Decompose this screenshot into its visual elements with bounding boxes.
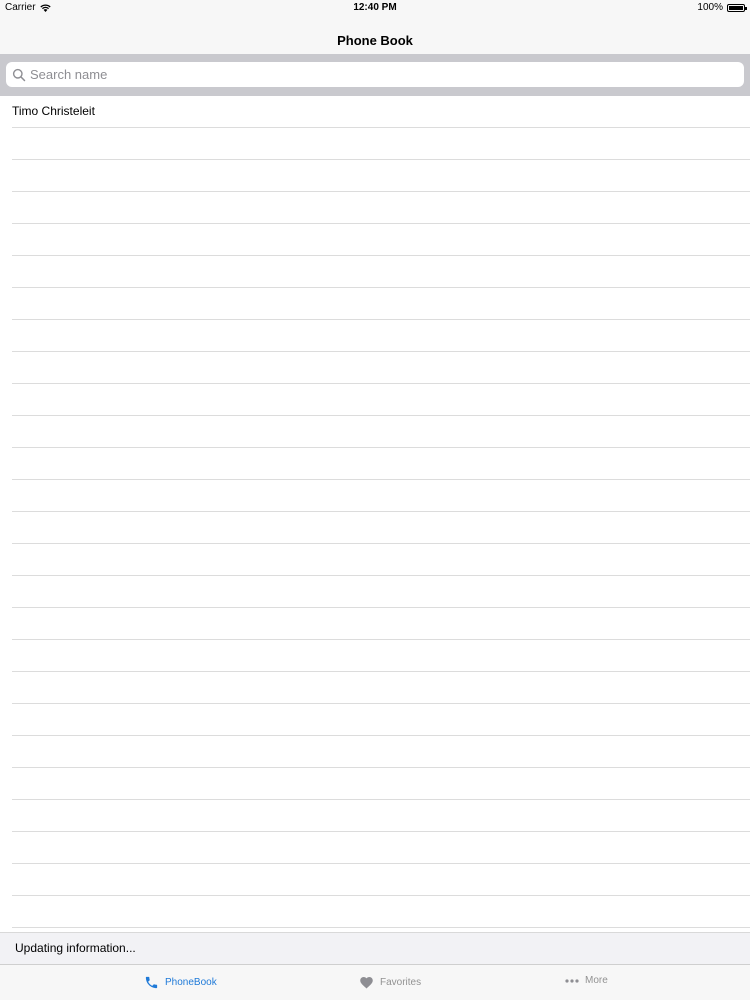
empty-row (12, 416, 750, 448)
empty-row (12, 672, 750, 704)
empty-row (12, 256, 750, 288)
status-battery: 100% (697, 2, 747, 13)
empty-row (12, 512, 750, 544)
empty-row (12, 800, 750, 832)
heart-icon (360, 977, 373, 989)
empty-row (12, 608, 750, 640)
empty-row (12, 320, 750, 352)
navigation-bar: Phone Book (0, 16, 750, 54)
empty-row (12, 192, 750, 224)
empty-row (12, 128, 750, 160)
contact-list[interactable]: Timo Christeleit (0, 96, 750, 932)
more-dots-icon (565, 978, 579, 983)
empty-row (12, 384, 750, 416)
empty-row (12, 896, 750, 928)
status-time: 12:40 PM (353, 2, 397, 13)
page-title: Phone Book (337, 33, 413, 48)
search-field[interactable] (6, 62, 744, 87)
empty-row (12, 160, 750, 192)
tab-more[interactable]: More (565, 975, 608, 986)
empty-row (12, 640, 750, 672)
empty-row (12, 576, 750, 608)
empty-row (12, 864, 750, 896)
search-icon (12, 68, 26, 81)
tab-favorites[interactable]: Favorites (359, 975, 421, 989)
tab-label: Favorites (380, 976, 422, 988)
empty-row (12, 544, 750, 576)
empty-row (12, 736, 750, 768)
tab-phonebook[interactable]: PhoneBook (144, 975, 217, 990)
battery-icon (727, 3, 747, 12)
tab-bar: PhoneBook Favorites More (0, 964, 750, 1000)
empty-row (12, 704, 750, 736)
status-message: Updating information... (15, 941, 136, 955)
status-bar: Carrier 12:40 PM 100% (0, 0, 750, 16)
search-input[interactable] (30, 67, 744, 82)
empty-row (12, 480, 750, 512)
list-item[interactable]: Timo Christeleit (12, 96, 750, 128)
tab-label: More (585, 975, 608, 986)
tab-label: PhoneBook (165, 977, 217, 988)
empty-row (12, 768, 750, 800)
empty-row (12, 288, 750, 320)
status-banner: Updating information... (0, 932, 750, 964)
phone-icon (145, 976, 158, 989)
search-bar (0, 54, 750, 96)
empty-row (12, 448, 750, 480)
empty-row (12, 352, 750, 384)
empty-row (12, 832, 750, 864)
empty-row (12, 224, 750, 256)
battery-percent: 100% (697, 2, 723, 13)
